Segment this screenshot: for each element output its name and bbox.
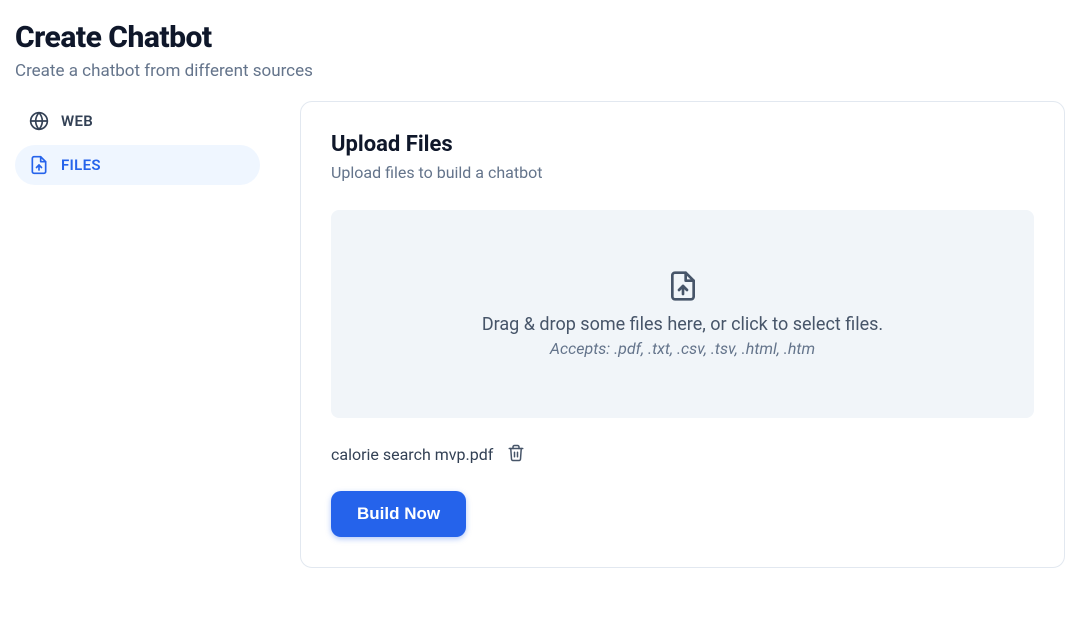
sidebar-item-files[interactable]: FILES [15,145,260,185]
file-arrow-up-icon [667,270,699,302]
main-panel: Upload Files Upload files to build a cha… [300,101,1065,568]
content-row: WEB FILES Upload Files Upload files to b… [15,101,1065,568]
panel-title: Upload Files [331,132,1034,157]
sidebar-item-label: FILES [61,156,101,174]
globe-icon [29,111,49,131]
sidebar-item-web[interactable]: WEB [15,101,260,141]
build-now-button[interactable]: Build Now [331,491,466,537]
uploaded-file-row: calorie search mvp.pdf [331,442,1034,467]
uploaded-file-name: calorie search mvp.pdf [331,445,493,464]
page-subtitle: Create a chatbot from different sources [15,61,1065,81]
panel-subtitle: Upload files to build a chatbot [331,163,1034,182]
page-title: Create Chatbot [15,20,1065,55]
file-dropzone[interactable]: Drag & drop some files here, or click to… [331,210,1034,418]
dropzone-accepts: Accepts: .pdf, .txt, .csv, .tsv, .html, … [550,339,815,358]
dropzone-text: Drag & drop some files here, or click to… [482,314,883,335]
trash-icon [507,444,525,465]
file-upload-icon [29,155,49,175]
sidebar-item-label: WEB [61,112,93,130]
sidebar: WEB FILES [15,101,260,568]
delete-file-button[interactable] [505,442,527,467]
page-header: Create Chatbot Create a chatbot from dif… [15,20,1065,81]
